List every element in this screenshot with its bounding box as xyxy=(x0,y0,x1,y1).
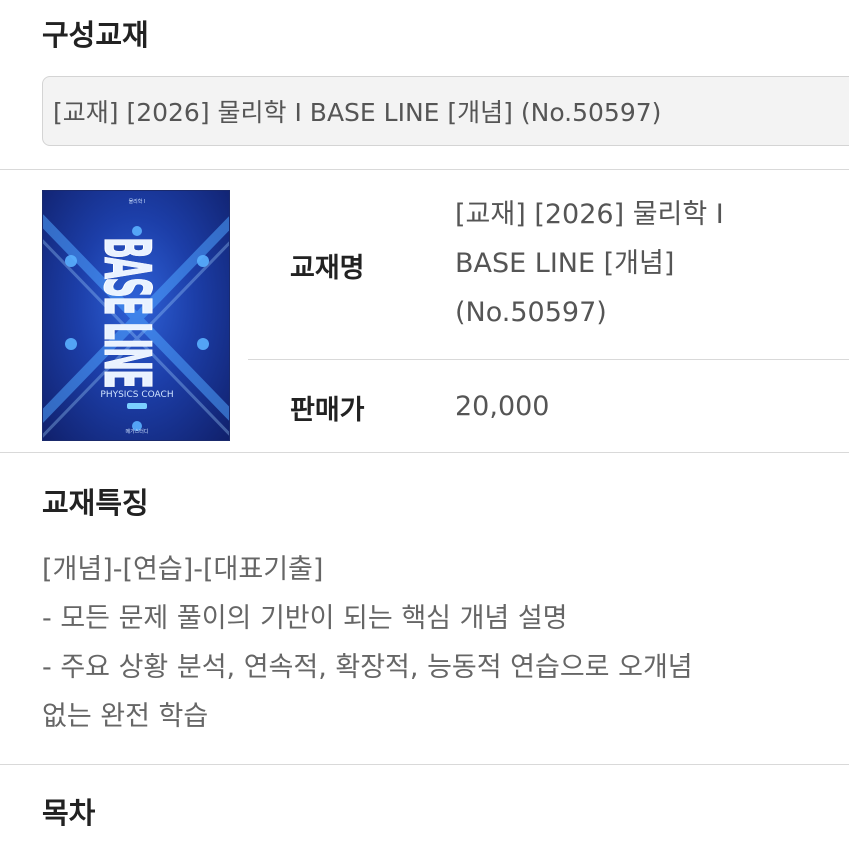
divider xyxy=(0,764,849,765)
page: 구성교재 [교재] [2026] 물리학 Ⅰ BASE LINE [개념] (N… xyxy=(0,0,849,849)
book-name-line: (No.50597) xyxy=(455,297,607,328)
features-text: [개념]-[연습]-[대표기출] - 모든 문제 풀이의 기반이 되는 핵심 개… xyxy=(42,545,842,741)
book-cover-image: 물리학 I BASE LINE PHYSICS COACH 메가스터디 xyxy=(42,190,230,441)
book-name-line: [교재] [2026] 물리학 Ⅰ xyxy=(455,199,724,230)
svg-text:메가스터디: 메가스터디 xyxy=(125,428,148,435)
divider xyxy=(0,452,849,453)
book-name-line: BASE LINE [개념] xyxy=(455,248,675,279)
features-line: - 주요 상황 분석, 연속적, 확장적, 능동적 연습으로 오개념 xyxy=(42,652,693,683)
textbook-select[interactable]: [교재] [2026] 물리학 Ⅰ BASE LINE [개념] (No.505… xyxy=(42,76,849,146)
cover-subtitle: PHYSICS COACH xyxy=(100,390,173,400)
features-line: 없는 완전 학습 xyxy=(42,701,209,732)
divider xyxy=(248,359,849,360)
divider xyxy=(0,169,849,170)
textbook-select-value: [교재] [2026] 물리학 Ⅰ BASE LINE [개념] (No.505… xyxy=(53,98,662,127)
book-name-label: 교재명 xyxy=(290,253,365,284)
price-value: 20,000 xyxy=(455,391,550,422)
svg-text:물리학 I: 물리학 I xyxy=(129,198,146,205)
price-label: 판매가 xyxy=(290,395,365,426)
book-cover-art: 물리학 I BASE LINE PHYSICS COACH 메가스터디 xyxy=(43,198,229,438)
features-line: - 모든 문제 풀이의 기반이 되는 핵심 개념 설명 xyxy=(42,603,568,634)
composition-section-title: 구성교재 xyxy=(42,18,149,52)
toc-section-title: 목차 xyxy=(42,796,96,830)
book-name-value: [교재] [2026] 물리학 Ⅰ BASE LINE [개념] (No.505… xyxy=(455,190,835,337)
features-line: [개념]-[연습]-[대표기출] xyxy=(42,554,324,585)
cover-title: BASE LINE xyxy=(89,237,163,387)
features-section-title: 교재특징 xyxy=(42,486,149,520)
